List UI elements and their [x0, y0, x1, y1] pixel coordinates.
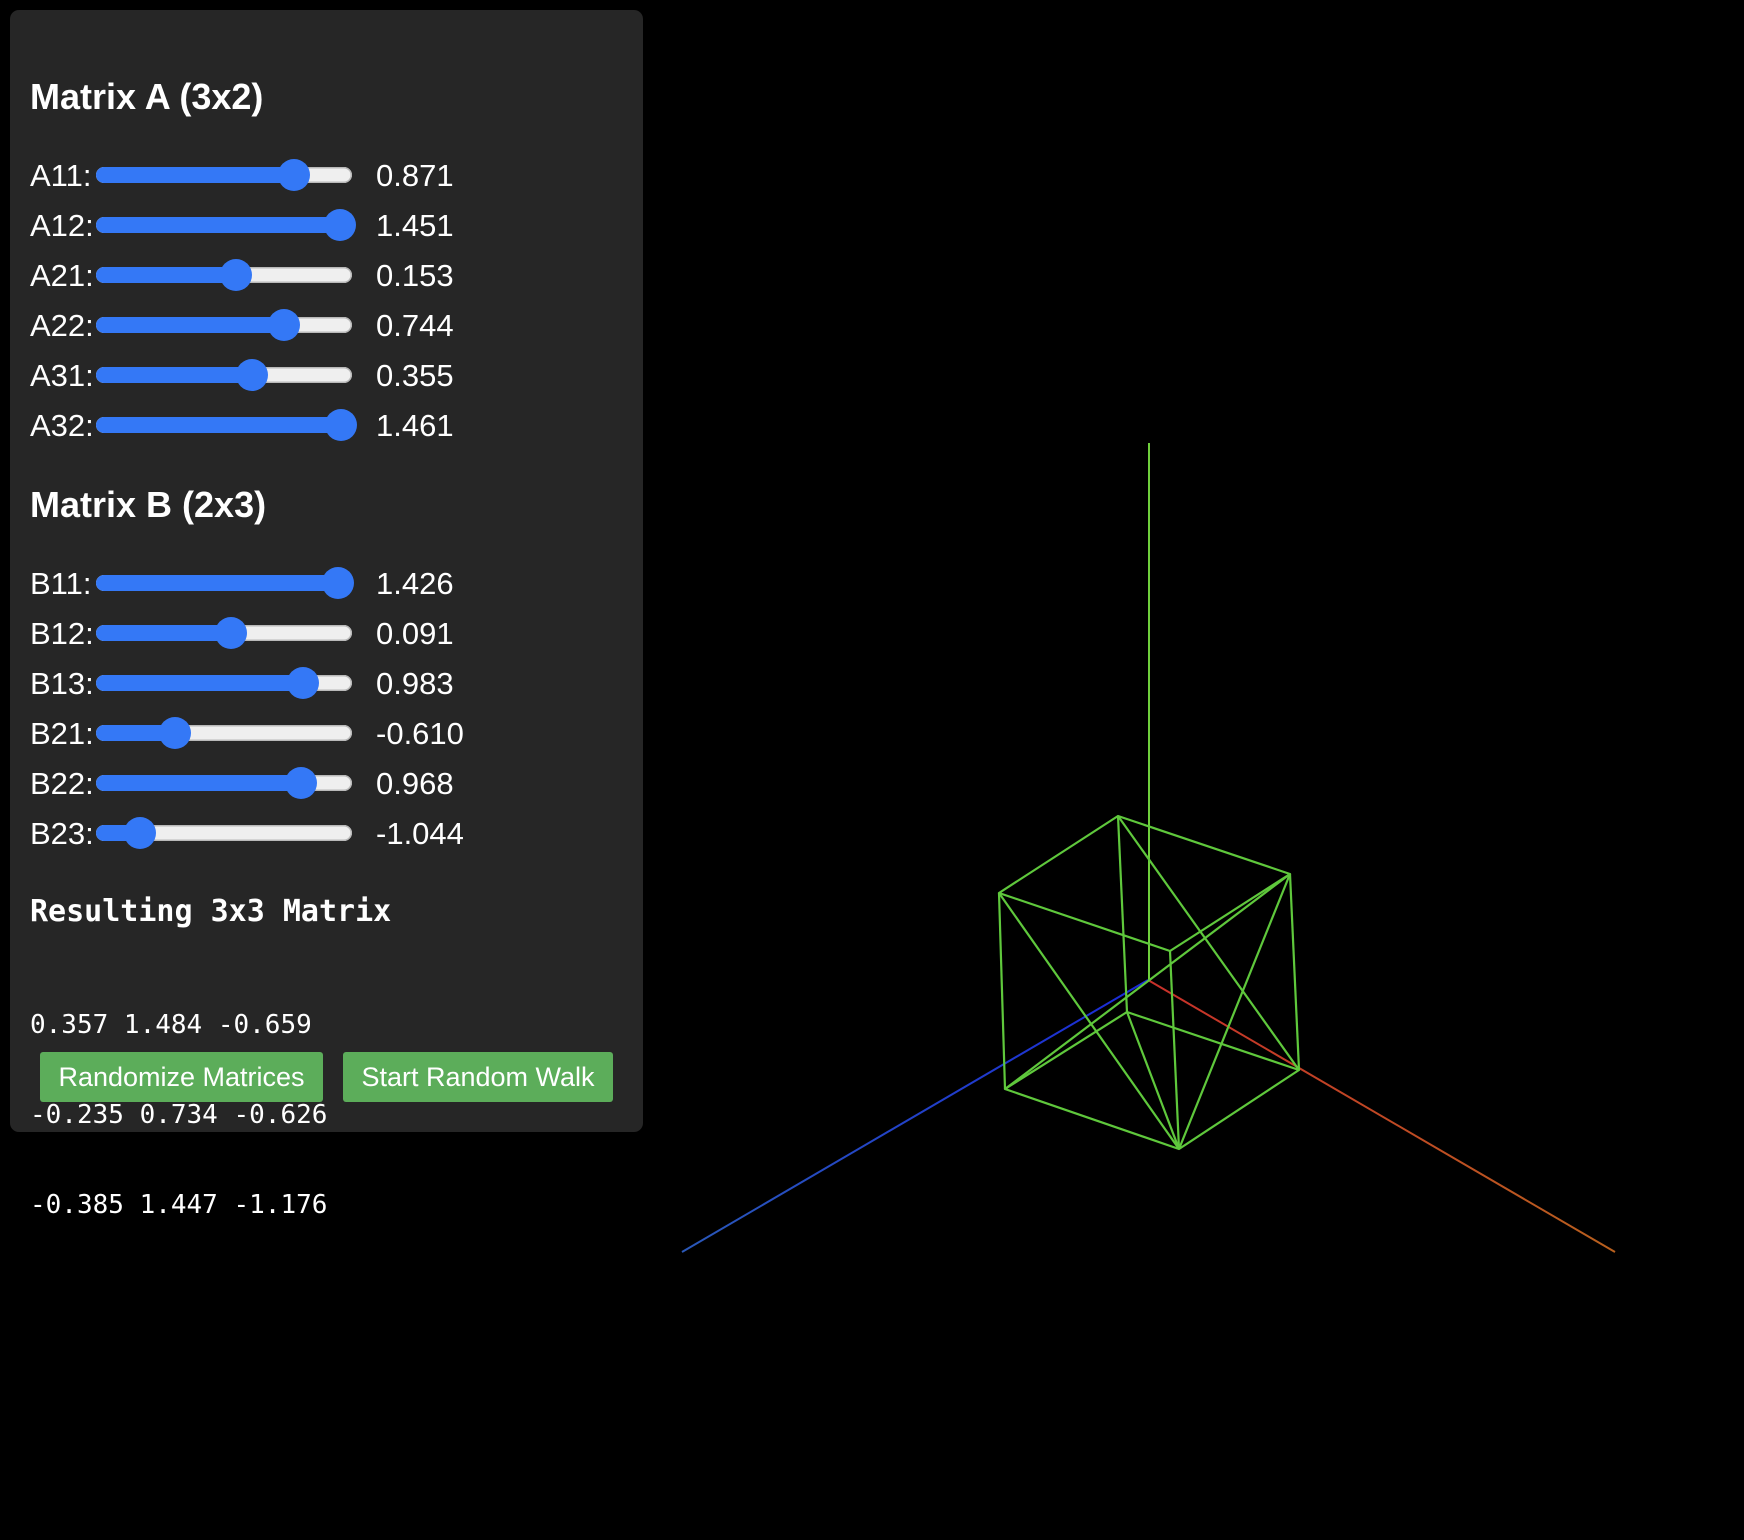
slider-label: B23: — [30, 816, 94, 851]
range-slider[interactable] — [96, 309, 352, 341]
slider-thumb[interactable] — [215, 617, 248, 649]
range-slider[interactable] — [96, 359, 352, 391]
slider-label: B13: — [30, 666, 94, 701]
slider-value: 0.983 — [376, 666, 454, 701]
slider-row-a22: A22: 0.744 — [30, 306, 590, 346]
slider-thumb[interactable] — [324, 209, 357, 241]
slider-row-b13: B13: 0.983 — [30, 664, 590, 704]
slider-row-b23: B23: -1.044 — [30, 814, 590, 854]
slider-label: B12: — [30, 616, 94, 651]
slider-row-b11: B11: 1.426 — [30, 564, 590, 604]
range-slider[interactable] — [96, 767, 352, 799]
slider-row-a11: A11: 0.871 — [30, 156, 590, 196]
slider-label: A21: — [30, 258, 94, 293]
slider-fill — [96, 675, 307, 691]
result-matrix: 0.357 1.484 -0.659 -0.235 0.734 -0.626 -… — [30, 950, 327, 1280]
range-slider[interactable] — [96, 567, 355, 599]
randomize-matrices-button[interactable]: Randomize Matrices — [40, 1052, 323, 1102]
slider-thumb[interactable] — [159, 717, 192, 749]
slider-thumb[interactable] — [277, 159, 310, 191]
slider-value: -0.610 — [376, 716, 464, 751]
range-slider[interactable] — [96, 159, 352, 191]
slider-label: A12: — [30, 208, 94, 243]
slider-label: A11: — [30, 158, 92, 193]
slider-label: A31: — [30, 358, 94, 393]
slider-fill — [96, 317, 288, 333]
range-slider[interactable] — [96, 817, 352, 849]
slider-row-a31: A31: 0.355 — [30, 356, 590, 396]
slider-fill — [96, 775, 306, 791]
cube-edge — [997, 892, 1007, 1090]
slider-thumb[interactable] — [286, 667, 319, 699]
slider-value: 0.355 — [376, 358, 454, 393]
cube-edge — [1116, 815, 1129, 1013]
range-slider[interactable] — [96, 617, 352, 649]
slider-label: B22: — [30, 766, 94, 801]
range-slider[interactable] — [96, 717, 352, 749]
cube-top-face — [997, 814, 1292, 953]
slider-label: A32: — [30, 408, 94, 443]
slider-row-b21: B21: -0.610 — [30, 714, 590, 754]
slider-value: 0.153 — [376, 258, 454, 293]
slider-thumb[interactable] — [220, 259, 253, 291]
slider-fill — [96, 267, 241, 283]
slider-thumb[interactable] — [236, 359, 269, 391]
range-slider[interactable] — [96, 259, 352, 291]
slider-row-a21: A21: 0.153 — [30, 256, 590, 296]
slider-value: 0.968 — [376, 766, 454, 801]
slider-label: B11: — [30, 566, 92, 601]
slider-thumb[interactable] — [285, 767, 318, 799]
result-row: -0.385 1.447 -1.176 — [30, 1190, 328, 1220]
slider-label: B21: — [30, 716, 94, 751]
slider-fill — [96, 367, 257, 383]
matrix-b-title: Matrix B (2x3) — [30, 484, 267, 525]
cube-edge — [1168, 950, 1181, 1150]
slider-fill — [96, 575, 343, 591]
result-row: -0.235 0.734 -0.626 — [30, 1100, 328, 1130]
slider-value: 0.091 — [376, 616, 454, 651]
z-axis-line — [681, 979, 1149, 1253]
range-slider[interactable] — [96, 209, 357, 241]
slider-value: 0.871 — [376, 158, 454, 193]
control-panel: Matrix A (3x2) A11: 0.871 A12: 1.451 A21: 0.1… — [10, 10, 643, 1220]
slider-value: 1.426 — [376, 566, 454, 601]
result-row: 0.357 1.484 -0.659 — [30, 1010, 312, 1040]
slider-row-a32: A32: 1.461 — [30, 406, 590, 446]
slider-thumb[interactable] — [322, 567, 355, 599]
slider-label: A22: — [30, 308, 94, 343]
range-slider[interactable] — [96, 667, 352, 699]
slider-row-a12: A12: 1.451 — [30, 206, 590, 246]
range-slider[interactable] — [96, 409, 357, 441]
slider-thumb[interactable] — [324, 409, 357, 441]
cube-face-diagonal — [1125, 1011, 1181, 1150]
slider-value: -1.044 — [376, 816, 464, 851]
matrix-a-title: Matrix A (3x2) — [30, 76, 264, 117]
slider-value: 0.744 — [376, 308, 454, 343]
slider-thumb[interactable] — [124, 817, 157, 849]
start-random-walk-button[interactable]: Start Random Walk — [343, 1052, 613, 1102]
slider-thumb[interactable] — [267, 309, 300, 341]
slider-fill — [96, 167, 298, 183]
slider-value: 1.461 — [376, 408, 454, 443]
slider-fill — [96, 217, 345, 233]
cube-edge — [1288, 873, 1301, 1071]
result-matrix-title: Resulting 3x3 Matrix — [30, 894, 392, 929]
slider-fill — [96, 417, 345, 433]
slider-row-b22: B22: 0.968 — [30, 764, 590, 804]
slider-row-b12: B12: 0.091 — [30, 614, 590, 654]
slider-value: 1.451 — [376, 208, 454, 243]
x-axis-line — [1147, 979, 1616, 1253]
